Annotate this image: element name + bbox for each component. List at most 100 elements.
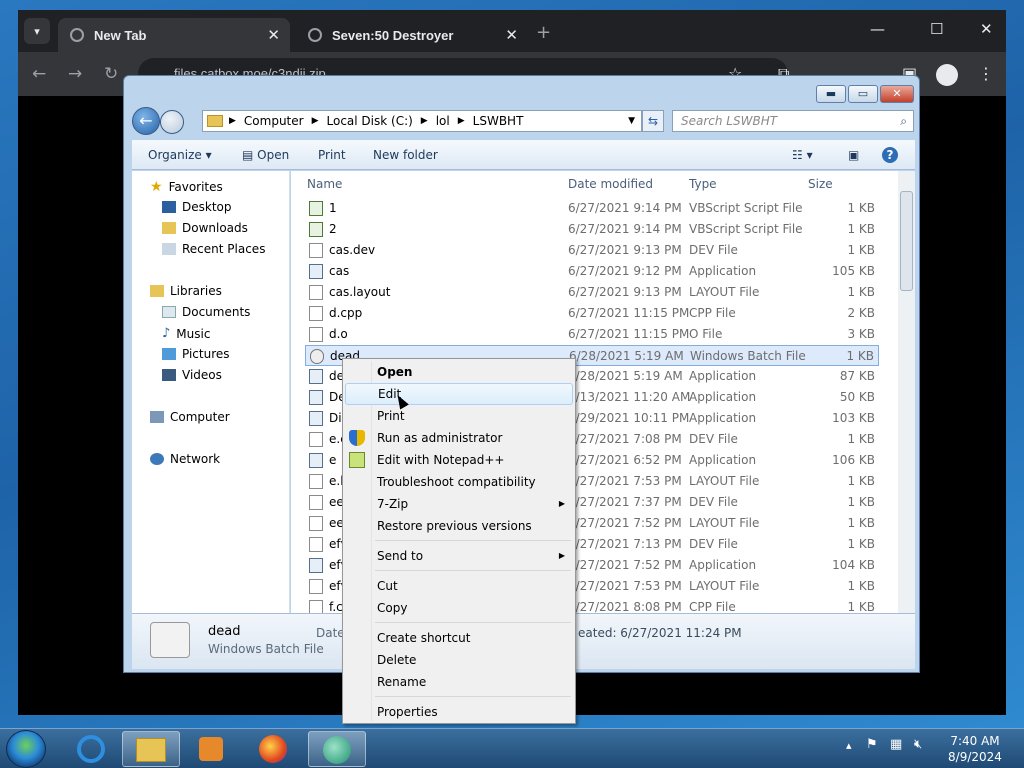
close-button[interactable]: ✕ <box>880 85 914 103</box>
breadcrumb[interactable]: ▶ Computer ▶ Local Disk (C:) ▶ lol ▶ LSW… <box>202 110 642 132</box>
minimize-icon[interactable]: — <box>870 20 885 38</box>
nav-libraries[interactable]: Libraries <box>150 284 222 298</box>
file-date: 6/27/2021 9:14 PM <box>568 201 682 215</box>
new-tab-button[interactable]: + <box>536 22 551 43</box>
menu-icon[interactable]: ⋮ <box>978 64 994 83</box>
app-icon <box>309 558 323 573</box>
menu-open[interactable]: Open <box>345 361 573 383</box>
music-icon: ♪ <box>162 326 171 341</box>
file-icon <box>309 474 323 489</box>
nav-desktop[interactable]: Desktop <box>162 200 232 214</box>
clock[interactable]: 7:40 AM 8/9/2024 <box>940 733 1010 765</box>
refresh-button[interactable]: ⇆ <box>642 110 664 132</box>
preview-pane-icon[interactable]: ▣ <box>848 148 859 162</box>
file-name: cas <box>329 264 350 278</box>
menu-delete[interactable]: Delete <box>345 649 573 671</box>
close-tab-icon[interactable]: ✕ <box>267 26 280 44</box>
table-row[interactable]: d.o 6/27/2021 11:15 PM O File 3 KB <box>305 324 879 345</box>
menu-rename[interactable]: Rename <box>345 671 573 693</box>
column-name[interactable]: Name <box>307 177 342 191</box>
close-tab-icon[interactable]: ✕ <box>505 26 518 44</box>
search-input[interactable]: Search LSWBHT ⌕ <box>672 110 914 132</box>
flag-icon[interactable]: ⚑ <box>866 737 878 752</box>
table-row[interactable]: cas.dev 6/27/2021 9:13 PM DEV File 1 KB <box>305 240 879 261</box>
menu-run-as-administrator[interactable]: Run as administrator <box>345 427 573 449</box>
back-arrow-icon[interactable]: ← <box>32 64 46 84</box>
menu-cut[interactable]: Cut <box>345 575 573 597</box>
tab-search-button[interactable]: ▾ <box>24 18 50 44</box>
column-size[interactable]: Size <box>808 177 833 191</box>
maximize-icon[interactable]: ☐ <box>930 20 943 38</box>
breadcrumb-local-disk[interactable]: Local Disk (C:) <box>327 114 413 128</box>
start-button[interactable] <box>6 730 46 768</box>
table-row[interactable]: 1 6/27/2021 9:14 PM VBScript Script File 1 … <box>305 198 879 219</box>
forward-button[interactable] <box>160 110 184 134</box>
nav-downloads[interactable]: Downloads <box>162 221 248 235</box>
file-date: 6/27/2021 7:37 PM <box>568 495 682 509</box>
minimize-button[interactable]: ▬ <box>816 85 846 103</box>
breadcrumb-lol[interactable]: lol <box>436 114 450 128</box>
menu-copy[interactable]: Copy <box>345 597 573 619</box>
menu-restore-previous-versions[interactable]: Restore previous versions <box>345 515 573 537</box>
table-row[interactable]: d.cpp 6/27/2021 11:15 PM CPP File 2 KB <box>305 303 879 324</box>
network-tray-icon[interactable]: ▦ <box>890 737 902 752</box>
menu-troubleshoot-compatibility[interactable]: Troubleshoot compatibility <box>345 471 573 493</box>
internet-explorer-icon[interactable] <box>62 731 120 767</box>
print-button[interactable]: Print <box>318 148 346 162</box>
help-icon[interactable]: ? <box>882 147 898 163</box>
scrollbar-thumb[interactable] <box>900 191 913 291</box>
menu-create-shortcut[interactable]: Create shortcut <box>345 627 573 649</box>
profile-avatar[interactable] <box>936 64 958 86</box>
reload-icon[interactable]: ↻ <box>104 64 118 84</box>
maximize-button[interactable]: ▭ <box>848 85 878 103</box>
tab-label: Seven:50 Destroyer <box>332 27 454 43</box>
nav-documents[interactable]: Documents <box>162 305 250 319</box>
chevron-down-icon[interactable]: ▼ <box>628 116 635 126</box>
nav-music[interactable]: ♪ Music <box>162 326 210 341</box>
menu-edit[interactable]: Edit <box>345 383 573 405</box>
details-created: eated: 6/27/2021 11:24 PM <box>578 626 742 640</box>
show-hidden-icons[interactable]: ▴ <box>846 739 852 752</box>
menu-7zip[interactable]: 7-Zip ▶ <box>345 493 573 515</box>
tab-new-tab[interactable]: New Tab ✕ <box>58 18 290 52</box>
forward-arrow-icon[interactable]: → <box>68 64 82 84</box>
tab-seven-50-destroyer[interactable]: Seven:50 Destroyer ✕ <box>296 18 528 52</box>
command-bar: Organize ▾ ▤ Open Print New folder ☷ ▾ ▣… <box>132 140 915 170</box>
open-button[interactable]: ▤ Open <box>242 148 289 162</box>
vertical-scrollbar[interactable] <box>898 171 915 613</box>
file-date: 6/27/2021 9:12 PM <box>568 264 682 278</box>
view-options-icon[interactable]: ☷ ▾ <box>792 148 813 162</box>
file-icon <box>309 432 323 447</box>
nav-videos[interactable]: Videos <box>162 368 222 382</box>
organize-button[interactable]: Organize ▾ <box>148 148 212 162</box>
file-type: Windows Batch File <box>690 349 806 363</box>
table-row[interactable]: cas 6/27/2021 9:12 PM Application 105 KB <box>305 261 879 282</box>
nav-label: Documents <box>182 305 251 319</box>
menu-edit-with-notepadpp[interactable]: Edit with Notepad++ <box>345 449 573 471</box>
firefox-icon[interactable] <box>244 731 302 767</box>
column-date-modified[interactable]: Date modified <box>568 177 653 191</box>
breadcrumb-lswbht[interactable]: LSWBHT <box>473 114 524 128</box>
open-label: Open <box>257 148 290 162</box>
menu-print[interactable]: Print <box>345 405 573 427</box>
volume-muted-icon[interactable]: 🔇︎ <box>914 737 922 752</box>
back-button[interactable]: ← <box>132 107 160 135</box>
table-row[interactable]: cas.layout 6/27/2021 9:13 PM LAYOUT File 1 … <box>305 282 879 303</box>
menu-properties[interactable]: Properties <box>345 701 573 723</box>
close-window-icon[interactable]: ✕ <box>980 20 993 38</box>
nav-network[interactable]: Network <box>150 452 220 466</box>
breadcrumb-computer[interactable]: Computer <box>244 114 304 128</box>
nav-computer[interactable]: Computer <box>150 410 230 424</box>
nav-recent-places[interactable]: Recent Places <box>162 242 265 256</box>
new-folder-button[interactable]: New folder <box>373 148 438 162</box>
media-player-icon[interactable] <box>182 731 240 767</box>
menu-send-to[interactable]: Send to ▶ <box>345 545 573 567</box>
file-icon <box>309 600 323 613</box>
windows-explorer-icon[interactable] <box>122 731 180 767</box>
browser-app-icon[interactable] <box>308 731 366 767</box>
nav-pictures[interactable]: Pictures <box>162 347 230 361</box>
table-row[interactable]: 2 6/27/2021 9:14 PM VBScript Script File 1 … <box>305 219 879 240</box>
file-type: CPP File <box>689 306 736 320</box>
column-type[interactable]: Type <box>689 177 717 191</box>
nav-favorites[interactable]: ★ Favorites <box>150 179 223 195</box>
